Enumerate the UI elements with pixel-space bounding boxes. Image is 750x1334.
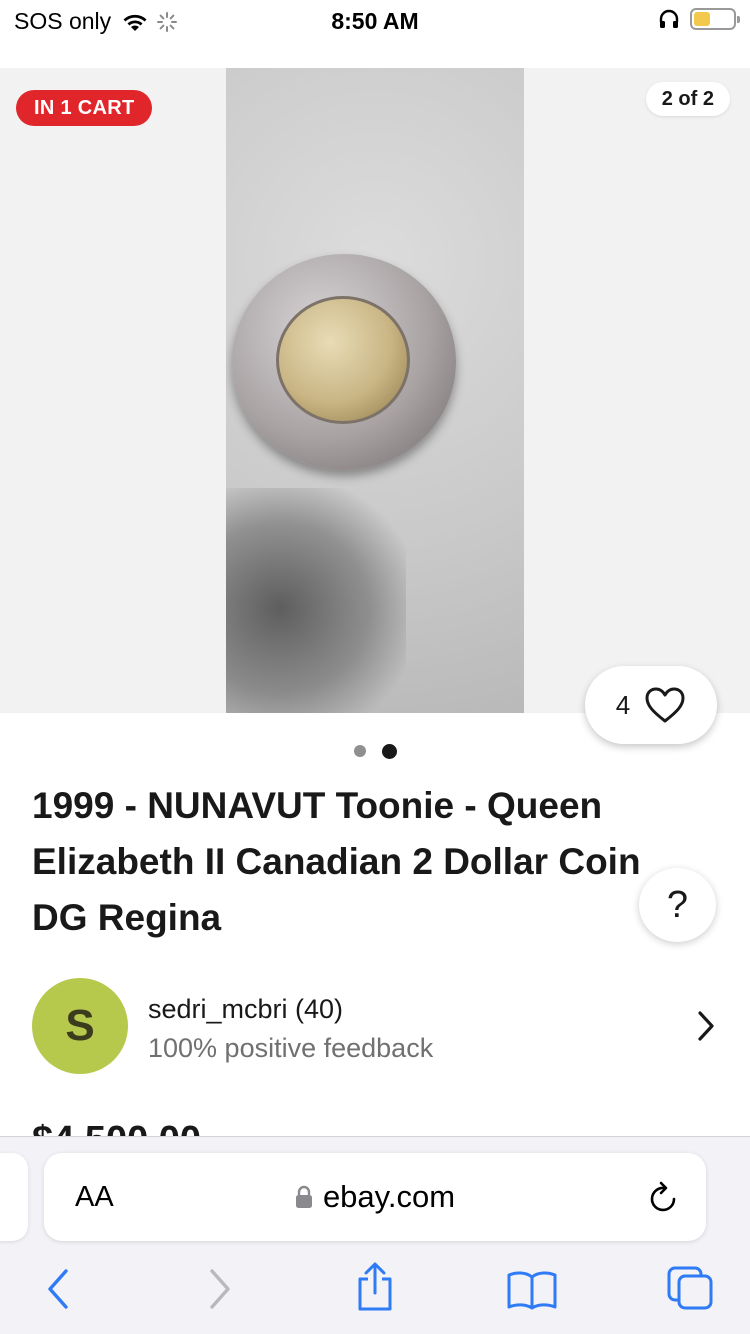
reload-icon[interactable] xyxy=(648,1180,680,1214)
page-dot[interactable] xyxy=(353,745,366,757)
image-gallery[interactable]: IN 1 CART 2 of 2 xyxy=(0,68,750,713)
url-display[interactable]: ebay.com xyxy=(44,1179,706,1215)
battery-icon xyxy=(690,8,740,30)
status-bar: SOS only 8:50 AM xyxy=(0,0,750,42)
watch-button[interactable]: 4 xyxy=(585,666,717,744)
title-line: DG Regina xyxy=(32,897,222,938)
bookmarks-icon[interactable] xyxy=(506,1269,558,1311)
share-icon[interactable] xyxy=(354,1261,396,1313)
coin-image xyxy=(232,254,456,470)
clock: 8:50 AM xyxy=(331,8,419,34)
heart-icon xyxy=(645,687,685,723)
browser-toolbar xyxy=(0,1259,750,1329)
back-icon[interactable] xyxy=(44,1267,72,1311)
listing-photo[interactable] xyxy=(226,68,524,713)
gallery-page-dots xyxy=(0,744,750,759)
previous-tab-peek[interactable] xyxy=(0,1153,28,1241)
seller-card[interactable]: S sedri_mcbri (40) 100% positive feedbac… xyxy=(32,976,722,1076)
avatar: S xyxy=(32,978,128,1074)
browser-bottom-bar: AA ebay.com xyxy=(0,1136,750,1334)
seller-feedback: 100% positive feedback xyxy=(148,1033,434,1063)
help-button[interactable]: ? xyxy=(639,868,716,942)
status-right xyxy=(658,8,740,30)
forward-icon[interactable] xyxy=(206,1267,234,1311)
address-bar[interactable]: AA ebay.com xyxy=(44,1153,706,1241)
listing-title: 1999 - NUNAVUT Toonie - Queen Elizabeth … xyxy=(32,778,722,946)
chevron-right-icon xyxy=(698,1011,714,1041)
tabs-icon[interactable] xyxy=(666,1265,714,1311)
ebay-listing-page: SOS only 8:50 AM IN 1 CART 2 of 2 4 1999… xyxy=(0,0,750,1334)
watch-count: 4 xyxy=(615,689,631,720)
lock-icon xyxy=(295,1185,312,1208)
seller-name: sedri_mcbri (40) xyxy=(148,994,344,1024)
domain-text: ebay.com xyxy=(322,1179,456,1214)
image-counter: 2 of 2 xyxy=(645,82,730,116)
title-line: Elizabeth II Canadian 2 Dollar Coin xyxy=(32,841,641,882)
page-dot-active[interactable] xyxy=(381,744,397,759)
headphones-icon xyxy=(659,9,679,28)
in-cart-badge: IN 1 CART xyxy=(16,90,153,126)
title-line: 1999 - NUNAVUT Toonie - Queen xyxy=(32,785,603,826)
